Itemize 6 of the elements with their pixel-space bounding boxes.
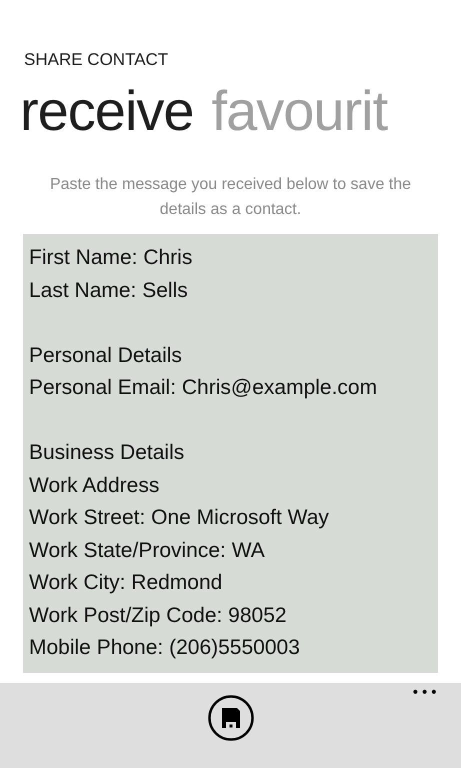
save-button[interactable] [206, 694, 254, 742]
message-field[interactable]: First Name: Chris Last Name: Sells Personal Details Personal Email: Chris@example.com Business Details Work Address Work Street: One Microsoft Way Work State/Province: WA Work City: Redmond Work Post/Zip Code: 98052 Mobile Phone: (206)5550003 [23, 234, 438, 673]
pivot-header[interactable]: receive [20, 76, 194, 146]
app-title: SHARE CONTACT [24, 50, 168, 70]
more-button[interactable]: ••• [411, 685, 439, 701]
instruction-text: Paste the message you received below to save the details as a contact. [48, 175, 412, 220]
